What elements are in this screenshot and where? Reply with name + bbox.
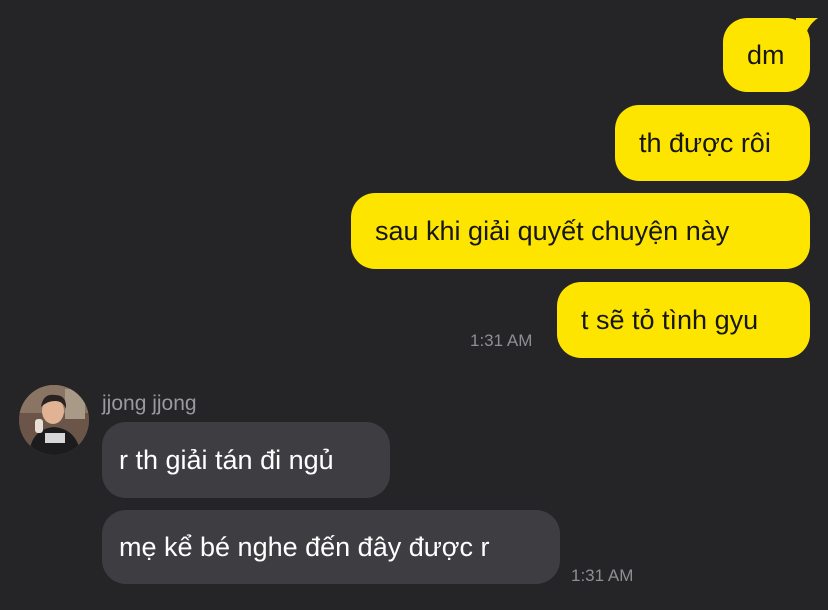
incoming-message[interactable]: mẹ kể bé nghe đến đây được r — [102, 510, 560, 584]
message-text: mẹ kể bé nghe đến đây được r — [119, 531, 490, 562]
message-text: th được rôi — [639, 127, 771, 158]
outgoing-message[interactable]: th được rôi — [615, 105, 810, 181]
message-timestamp: 1:31 AM — [571, 566, 634, 585]
message-text: dm — [747, 39, 785, 70]
outgoing-message[interactable]: t sẽ tỏ tình gyu — [557, 282, 810, 358]
message-timestamp: 1:31 AM — [470, 331, 533, 350]
sender-name[interactable]: jjong jjong — [102, 392, 197, 416]
message-text: sau khi giải quyết chuyện này — [375, 215, 730, 246]
avatar[interactable] — [19, 385, 89, 455]
incoming-message[interactable]: r th giải tán đi ngủ — [102, 422, 390, 498]
outgoing-message[interactable]: dm — [723, 18, 810, 92]
outgoing-message[interactable]: sau khi giải quyết chuyện này — [351, 193, 810, 269]
avatar-photo-icon — [19, 385, 89, 455]
message-text: t sẽ tỏ tình gyu — [581, 304, 759, 335]
chat-thread: dm th được rôi sau khi giải quyết chuyện… — [0, 0, 828, 610]
message-text: r th giải tán đi ngủ — [119, 444, 334, 475]
